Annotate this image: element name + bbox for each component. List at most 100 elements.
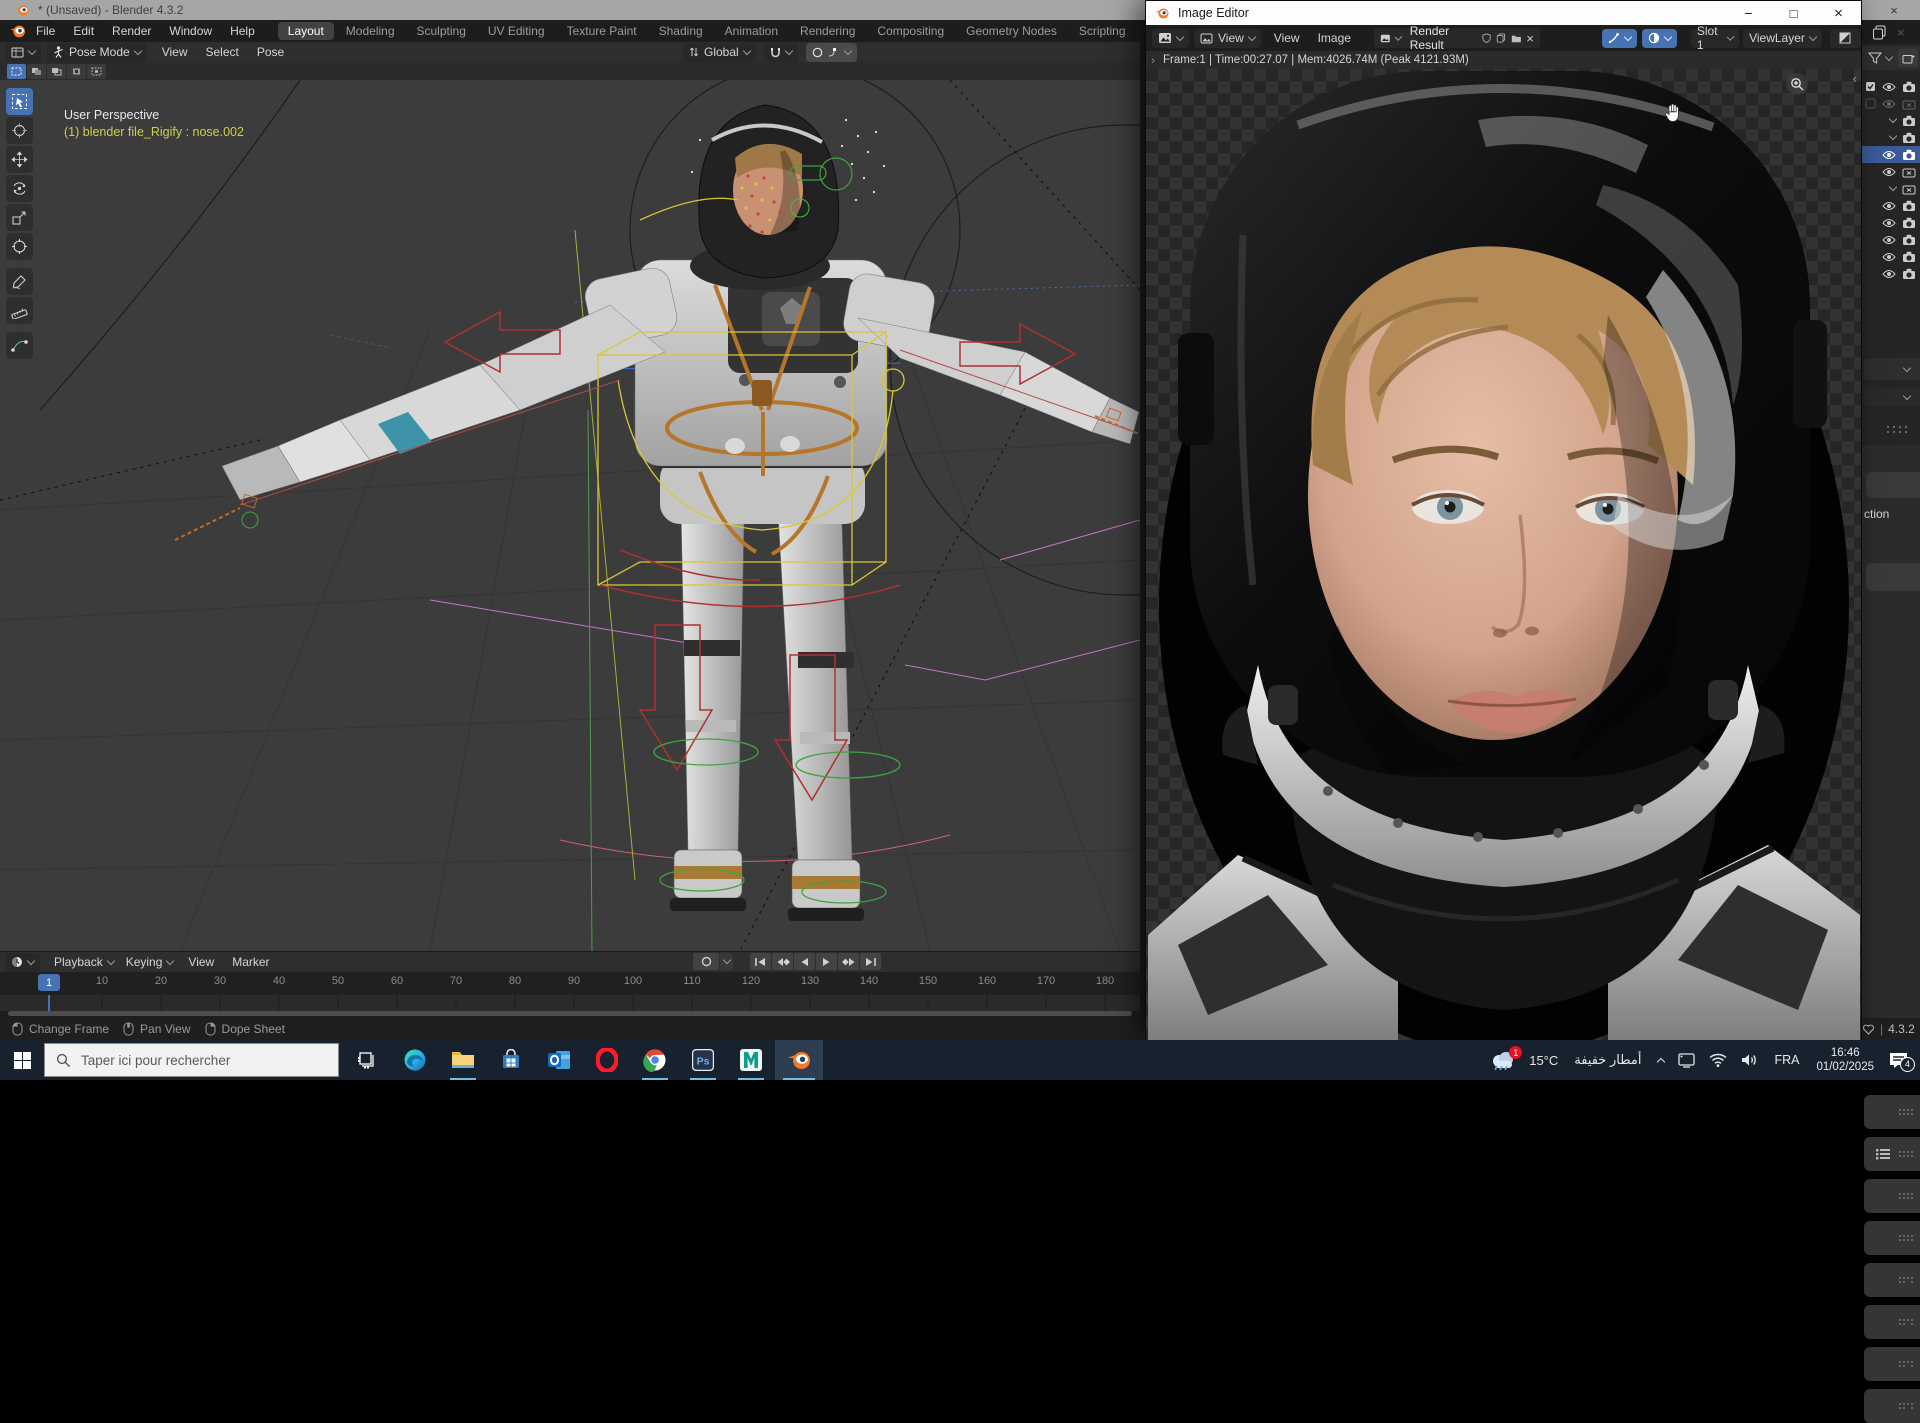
start-button[interactable] [0, 1040, 44, 1080]
timeline-view-menu[interactable]: View [179, 952, 223, 972]
panel-row[interactable] [1864, 1263, 1920, 1297]
view-menu[interactable]: View [153, 42, 197, 62]
image-editor-view-menu[interactable]: View [1265, 25, 1309, 51]
pose-menu[interactable]: Pose [248, 42, 293, 62]
tool-cursor[interactable] [6, 117, 33, 144]
tray-wifi-icon[interactable] [1709, 1053, 1727, 1067]
taskbar-app-photoshop[interactable]: Ps [679, 1040, 727, 1080]
tool-annotate[interactable] [6, 268, 33, 295]
eye-icon[interactable] [1882, 218, 1896, 228]
timeline-track-area[interactable] [0, 995, 1140, 1011]
transform-orientation-dropdown[interactable]: Global [683, 42, 756, 62]
camera-icon[interactable] [1902, 200, 1916, 212]
playback-menu[interactable]: Playback [48, 953, 120, 972]
taskbar-app-outlook[interactable] [535, 1040, 583, 1080]
render-canvas[interactable]: ‹ [1146, 69, 1861, 1040]
overlays-toggle[interactable] [1641, 28, 1677, 48]
taskbar-app-opera[interactable] [583, 1040, 631, 1080]
camera-icon[interactable] [1902, 234, 1916, 246]
play-button[interactable] [816, 953, 837, 970]
taskbar-app-file-explorer[interactable] [439, 1040, 487, 1080]
select-mode-extend-button[interactable] [27, 63, 46, 79]
tray-volume-icon[interactable] [1741, 1053, 1758, 1067]
gizmos-toggle[interactable] [1601, 28, 1637, 48]
checkbox-empty-icon[interactable] [1865, 98, 1876, 109]
menu-edit[interactable]: Edit [64, 20, 103, 42]
panel-row[interactable] [1864, 1137, 1920, 1171]
expand-chevron-icon[interactable] [1888, 182, 1898, 192]
taskbar-app-task-view[interactable] [343, 1040, 391, 1080]
mode-dropdown[interactable]: Pose Mode [47, 42, 147, 62]
viewport-canvas[interactable]: User Perspective (1) blender file_Rigify… [0, 80, 1140, 951]
panel-row[interactable] [1864, 1347, 1920, 1381]
main-close-button[interactable]: × [1876, 0, 1912, 20]
image-editor-image-menu[interactable]: Image [1309, 25, 1360, 51]
camera-icon[interactable] [1902, 217, 1916, 229]
eye-icon[interactable] [1882, 150, 1896, 160]
camera-icon[interactable] [1902, 132, 1916, 144]
tool-measure[interactable] [6, 297, 33, 324]
outliner-row[interactable] [1862, 163, 1920, 180]
select-menu[interactable]: Select [197, 42, 248, 62]
taskbar-app-edge[interactable] [391, 1040, 439, 1080]
workspace-tab-modeling[interactable]: Modeling [336, 22, 405, 40]
image-name[interactable]: Render Result [1406, 24, 1477, 52]
view-layer-dropdown[interactable]: ViewLayer [1743, 28, 1822, 48]
tool-scale[interactable] [6, 204, 33, 231]
workspace-tab-shading[interactable]: Shading [649, 22, 713, 40]
timeline-editor-type-dropdown[interactable] [5, 952, 40, 972]
panel-row[interactable] [1864, 1095, 1920, 1129]
eye-icon[interactable] [1882, 99, 1896, 109]
editor-mode-dropdown[interactable]: View [1194, 28, 1261, 48]
maximize-button[interactable]: □ [1771, 1, 1816, 25]
jump-prev-keyframe-button[interactable] [772, 953, 793, 970]
camera-icon[interactable] [1902, 81, 1916, 93]
snap-dropdown[interactable] [763, 42, 798, 62]
eye-icon[interactable] [1882, 269, 1896, 279]
outliner-row[interactable] [1862, 180, 1920, 197]
timeline-ruler[interactable]: 10 20 30 40 50 60 70 80 90 100 110 120 1… [0, 972, 1140, 995]
workspace-tab-scripting[interactable]: Scripting [1069, 22, 1136, 40]
workspace-tab-rendering[interactable]: Rendering [790, 22, 865, 40]
browse-image-icon[interactable] [1380, 33, 1391, 44]
unlink-icon[interactable]: × [1897, 25, 1905, 40]
taskbar-app-store[interactable] [487, 1040, 535, 1080]
collapse-left-icon[interactable]: ‹ [1853, 71, 1857, 86]
camera-disabled-icon[interactable] [1902, 98, 1916, 110]
fake-user-shield-icon[interactable] [1482, 32, 1491, 44]
outliner-row[interactable] [1862, 231, 1920, 248]
current-frame-indicator[interactable]: 1 [38, 974, 60, 991]
close-button[interactable]: × [1816, 1, 1861, 25]
camera-icon[interactable] [1902, 251, 1916, 263]
taskbar-app-blender[interactable] [775, 1040, 823, 1080]
workspace-tab-sculpting[interactable]: Sculpting [407, 22, 476, 40]
checkbox-checked-icon[interactable] [1865, 81, 1876, 92]
browse-chevron[interactable] [1394, 32, 1403, 41]
eye-icon[interactable] [1882, 82, 1896, 92]
partial-dropdown[interactable] [1864, 358, 1920, 380]
proportional-editing-group[interactable] [805, 42, 857, 62]
select-mode-subtract-button[interactable] [47, 63, 66, 79]
image-editor-title-bar[interactable]: Image Editor − □ × [1146, 1, 1861, 25]
panel-grip-dots[interactable] [1886, 425, 1908, 434]
outliner-row[interactable] [1862, 112, 1920, 129]
outliner-row[interactable] [1862, 265, 1920, 282]
menu-render[interactable]: Render [103, 20, 160, 42]
menu-help[interactable]: Help [221, 20, 264, 42]
tray-weather[interactable]: 1 [1490, 1046, 1523, 1070]
camera-icon[interactable] [1902, 149, 1916, 161]
panel-row[interactable] [1864, 1389, 1920, 1423]
outliner-row[interactable] [1862, 78, 1920, 95]
jump-next-keyframe-button[interactable] [838, 953, 859, 970]
expand-chevron-icon[interactable] [1888, 131, 1898, 141]
tool-transform[interactable] [6, 233, 33, 260]
filter-funnel-icon[interactable] [1868, 52, 1882, 64]
eye-icon[interactable] [1882, 252, 1896, 262]
copy-pages-icon[interactable] [1872, 25, 1887, 40]
menu-file[interactable]: File [27, 20, 64, 42]
tool-rotate[interactable] [6, 175, 33, 202]
unlink-image-icon[interactable]: × [1526, 31, 1534, 46]
timeline-scrollbar[interactable] [8, 1011, 1132, 1016]
tray-tablet-icon[interactable] [1678, 1052, 1696, 1068]
outliner-row[interactable] [1862, 95, 1920, 112]
